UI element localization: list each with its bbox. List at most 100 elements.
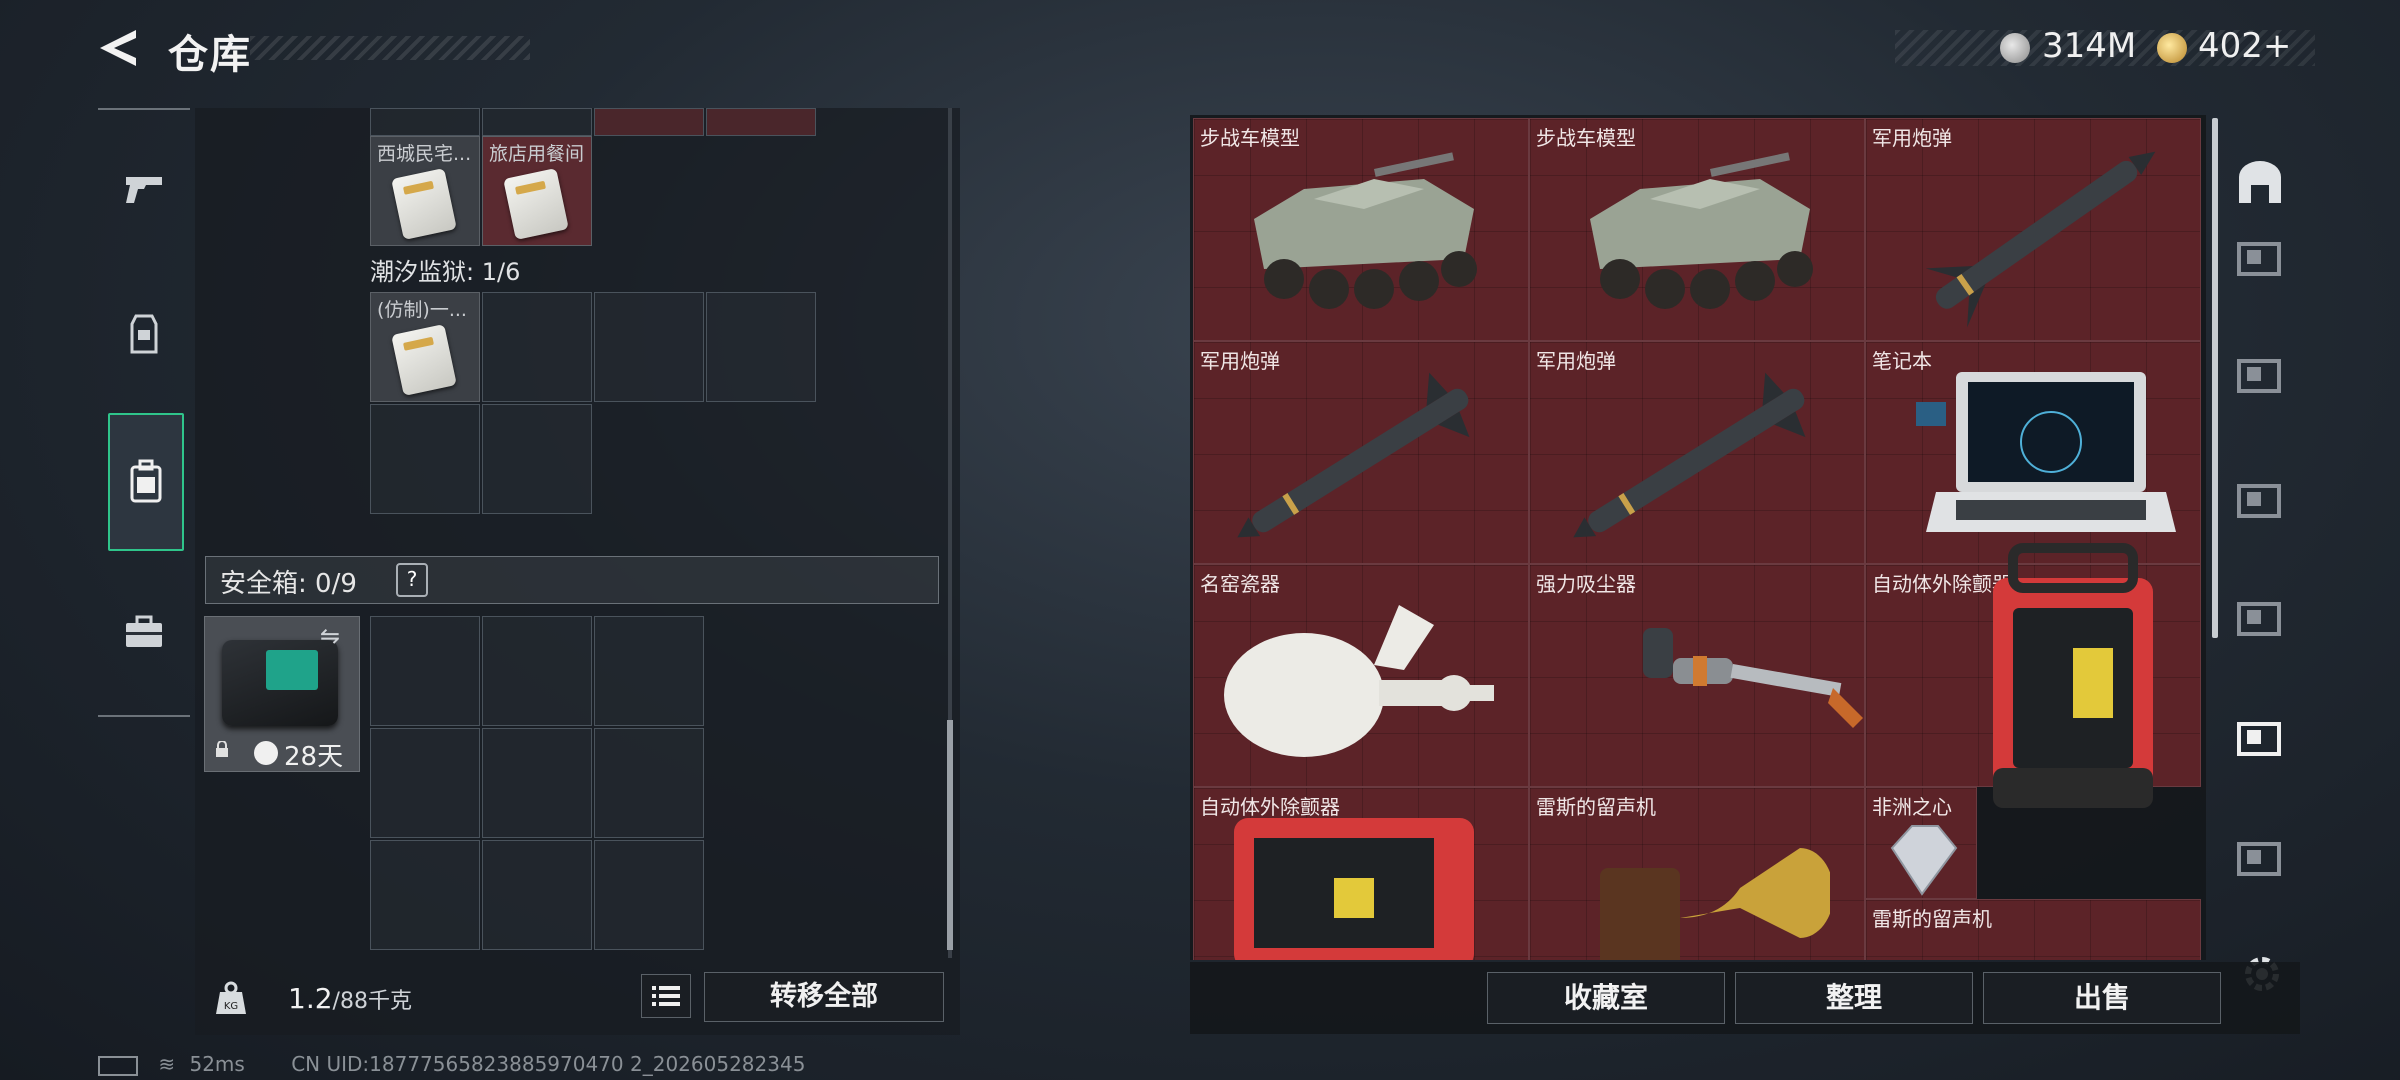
storage-tab-collection[interactable] — [2228, 150, 2292, 214]
laptop-icon — [1916, 372, 2176, 532]
safe-box-capacity: 安全箱: 0/9 — [220, 569, 357, 599]
storage-item-gramophone[interactable]: 雷斯的留声机 — [1865, 899, 2201, 960]
safe-grid-cell[interactable] — [482, 840, 592, 950]
storage-tab-4[interactable] — [2228, 585, 2292, 649]
storage-tab-5-active[interactable] — [2228, 705, 2292, 769]
storage-tab-icon — [2237, 722, 2281, 756]
storage-item-vehicle-model[interactable]: 步战车模型 — [1193, 118, 1529, 341]
keycard-icon — [503, 168, 569, 240]
list-icon — [652, 986, 680, 1006]
item-label: (仿制)一... — [377, 299, 467, 321]
grid-cell[interactable] — [370, 404, 480, 514]
safe-grid-cell[interactable] — [482, 616, 592, 726]
storage-item-missile[interactable]: 军用炮弹 — [1865, 118, 2201, 341]
safe-grid-cell[interactable] — [370, 728, 480, 838]
grid-cell[interactable] — [594, 292, 704, 402]
safe-grid-cell[interactable] — [594, 840, 704, 950]
storage-item-vehicle-model[interactable]: 步战车模型 — [1529, 118, 1865, 341]
carry-weight: 1.2/88千克 — [288, 982, 412, 1015]
ping-value: 52ms — [189, 1052, 245, 1076]
storage-item-diamond[interactable]: 非洲之心 — [1865, 787, 1977, 899]
storage-tab-2[interactable] — [2228, 342, 2292, 406]
safe-grid-cell[interactable] — [370, 616, 480, 726]
carry-weight-max: /88千克 — [332, 989, 412, 1014]
storage-tab-3[interactable] — [2228, 467, 2292, 531]
armored-vehicle-icon — [1590, 152, 1813, 309]
item-label: 非洲之心 — [1872, 795, 1952, 819]
inventory-item-document[interactable]: (仿制)一... — [370, 292, 480, 402]
aed-device-icon — [1234, 818, 1474, 960]
missile-icon — [1573, 372, 1806, 538]
grid-cell[interactable] — [482, 108, 592, 136]
armor-vest-icon — [130, 314, 158, 354]
storage-scrollbar-thumb[interactable] — [2212, 118, 2218, 638]
collection-room-button[interactable]: 收藏室 — [1487, 972, 1725, 1024]
map-container-label: 潮汐监狱: 1/6 — [370, 258, 521, 286]
battery-icon — [98, 1055, 138, 1076]
vacuum-icon — [1643, 628, 1863, 728]
storage-item-missile[interactable]: 军用炮弹 — [1529, 341, 1865, 564]
grid-cell[interactable] — [370, 108, 480, 136]
help-button[interactable]: ? — [396, 563, 428, 597]
grid-cell[interactable] — [482, 292, 592, 402]
storage-tab-icon — [2237, 359, 2281, 393]
storage-item-porcelain-vase[interactable]: 名窑瓷器 — [1193, 564, 1529, 787]
keycard-icon — [391, 324, 457, 396]
sidebar-item-weapons[interactable] — [108, 145, 180, 233]
gold-currency-amount[interactable]: 402+ — [2198, 26, 2291, 66]
grid-cell[interactable] — [706, 292, 816, 402]
safe-grid-cell[interactable] — [594, 616, 704, 726]
storage-grid: 步战车模型 步战车模型 军用炮弹 军用炮弹 军用炮弹 笔记本 名窑瓷器 强力吸尘… — [1193, 118, 2203, 960]
item-label: 旅店用餐间 — [489, 143, 585, 165]
list-view-button[interactable] — [641, 974, 691, 1018]
storage-tab-icon — [2237, 602, 2281, 636]
swap-icon[interactable]: ⇋ — [320, 622, 340, 650]
clock-icon — [254, 741, 278, 765]
item-label: 雷斯的留声机 — [1872, 907, 1992, 931]
storage-item-laptop[interactable]: 笔记本 — [1865, 341, 2201, 564]
inventory-item-document[interactable]: 旅店用餐间 — [482, 136, 592, 246]
storage-tab-icon — [2237, 484, 2281, 518]
title-decoration — [250, 36, 530, 60]
back-arrow-icon[interactable] — [96, 26, 142, 70]
safe-box-duration: 28天 — [284, 742, 344, 772]
uid-text: CN UID:18777565823885970470 2_2026052823… — [291, 1052, 806, 1076]
gramophone-icon — [1600, 848, 1830, 960]
safe-grid-cell[interactable] — [482, 728, 592, 838]
sidebar-item-briefcase[interactable] — [108, 588, 180, 676]
sidebar-item-gear[interactable] — [108, 290, 180, 378]
grid-cell[interactable] — [706, 108, 816, 136]
safe-grid-cell[interactable] — [370, 840, 480, 950]
transfer-all-button[interactable]: 转移全部 — [704, 972, 944, 1022]
sort-button[interactable]: 整理 — [1735, 972, 1973, 1024]
safe-case-screen — [266, 650, 318, 690]
sidebar-item-backpack[interactable] — [108, 413, 184, 551]
storage-tab-6[interactable] — [2228, 825, 2292, 889]
inventory-item-document[interactable]: 西城民宅... — [370, 136, 480, 246]
grid-cell[interactable] — [594, 108, 704, 136]
gold-coin-icon — [2157, 33, 2187, 63]
storage-item-missile[interactable]: 军用炮弹 — [1193, 341, 1529, 564]
item-label: 雷斯的留声机 — [1536, 795, 1656, 819]
storage-item-aed[interactable]: 自动体外除颤器 — [1193, 787, 1529, 960]
storage-item-gramophone[interactable]: 雷斯的留声机 — [1529, 787, 1865, 960]
missile-icon — [1237, 372, 1470, 538]
safe-grid-cell[interactable] — [594, 728, 704, 838]
carry-weight-value: 1.2 — [288, 982, 333, 1015]
aed-device-icon — [1993, 543, 2153, 808]
keycard-icon — [391, 168, 457, 240]
item-label: 自动体外除颤器 — [1200, 795, 1340, 819]
pistol-icon — [126, 177, 162, 203]
item-label: 强力吸尘器 — [1536, 572, 1636, 596]
sell-button[interactable]: 出售 — [1983, 972, 2221, 1024]
grid-cell[interactable] — [482, 404, 592, 514]
silver-coin-icon — [2000, 33, 2030, 63]
storage-tab-1[interactable] — [2228, 225, 2292, 289]
diamond-icon — [1890, 825, 1958, 896]
silver-currency-amount: 314M — [2042, 26, 2137, 66]
collection-room-icon — [2239, 161, 2281, 203]
briefcase-icon — [126, 615, 162, 647]
backpack-scrollbar-thumb[interactable] — [947, 720, 953, 950]
item-label: 步战车模型 — [1536, 126, 1636, 150]
missile-icon — [1925, 151, 2156, 328]
